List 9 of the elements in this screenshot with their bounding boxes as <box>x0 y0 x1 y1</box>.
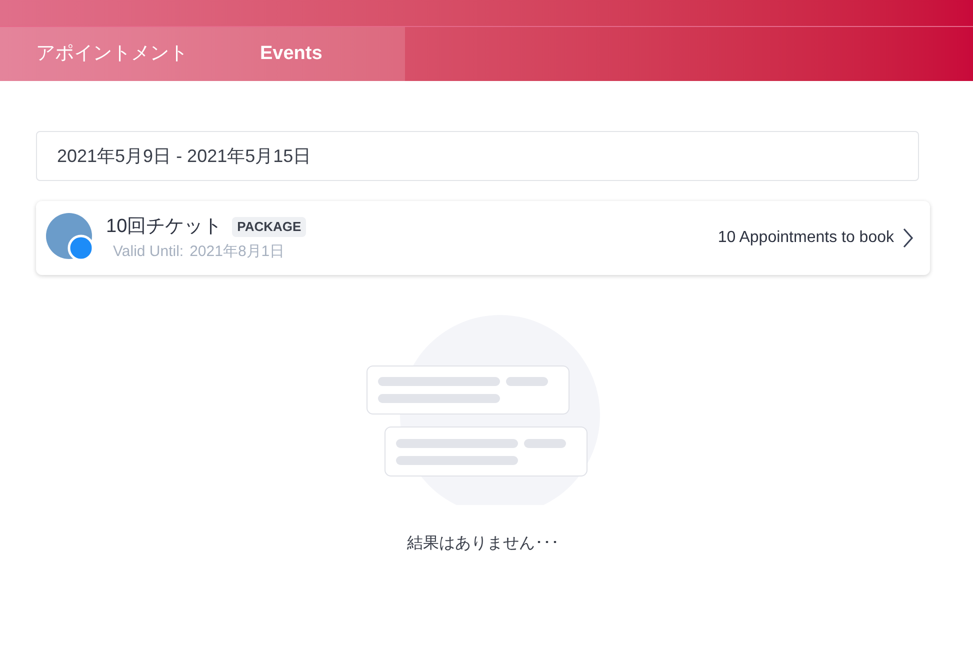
empty-message: 結果はありません･･･ <box>407 534 559 554</box>
package-title: 10回チケット <box>106 214 222 238</box>
package-tag: PACKAGE <box>232 217 306 236</box>
appointments-to-book-text: 10 Appointments to book <box>718 228 894 248</box>
valid-until-date: 2021年8月1日 <box>190 242 285 262</box>
package-card[interactable]: 10回チケット PACKAGE Valid Until: 2021年8月1日 10 Appointments to book <box>36 201 930 275</box>
chevron-right-icon <box>902 227 914 249</box>
date-range-field[interactable]: 2021年5月9日 - 2021年5月15日 <box>36 131 919 181</box>
valid-until-label: Valid Until: <box>113 242 184 262</box>
